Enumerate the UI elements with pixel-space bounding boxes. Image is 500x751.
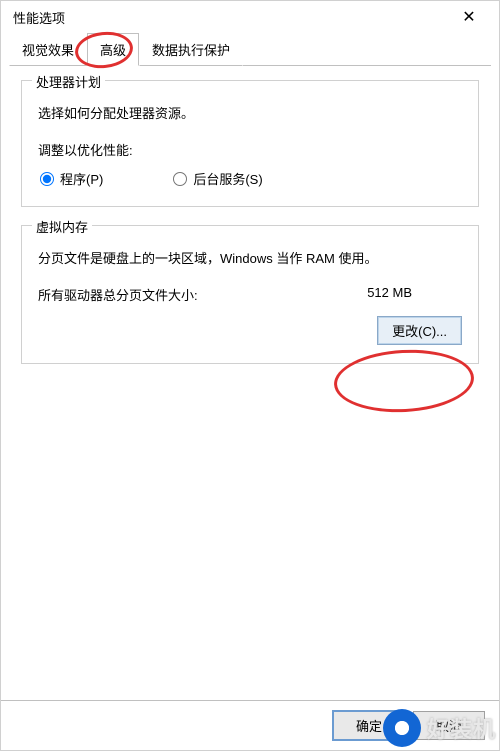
group-title: 处理器计划 (32, 72, 105, 91)
titlebar: 性能选项 ✕ (1, 1, 499, 33)
change-button-label: 更改(C)... (392, 324, 447, 339)
radio-programs-label: 程序(P) (60, 169, 103, 188)
vm-desc: 分页文件是硬盘上的一块区域，Windows 当作 RAM 使用。 (38, 248, 462, 267)
cancel-button[interactable]: 取消 (413, 711, 485, 740)
tab-strip: 视觉效果 高级 数据执行保护 (1, 33, 499, 66)
radio-services-label: 后台服务(S) (193, 169, 262, 188)
close-button[interactable]: ✕ (449, 3, 489, 31)
processor-scheduling-group: 处理器计划 选择如何分配处理器资源。 调整以优化性能: 程序(P) 后台服务(S… (21, 80, 479, 207)
tab-content: 处理器计划 选择如何分配处理器资源。 调整以优化性能: 程序(P) 后台服务(S… (1, 66, 499, 700)
radio-services[interactable]: 后台服务(S) (173, 169, 262, 188)
tab-visual-effects[interactable]: 视觉效果 (9, 33, 87, 66)
tab-advanced[interactable]: 高级 (87, 33, 139, 66)
dialog-button-bar: 确定 取消 (1, 700, 499, 750)
ok-button[interactable]: 确定 (333, 711, 405, 740)
vm-total-value: 512 MB (367, 285, 412, 304)
tab-label: 高级 (100, 43, 126, 58)
change-button[interactable]: 更改(C)... (377, 316, 462, 345)
virtual-memory-group: 虚拟内存 分页文件是硬盘上的一块区域，Windows 当作 RAM 使用。 所有… (21, 225, 479, 364)
processor-desc: 选择如何分配处理器资源。 (38, 103, 462, 122)
adjust-label: 调整以优化性能: (38, 140, 462, 159)
performance-options-dialog: 性能选项 ✕ 视觉效果 高级 数据执行保护 处理器计划 选择如何分配处理器资源。… (0, 0, 500, 751)
vm-total-label: 所有驱动器总分页文件大小: (38, 285, 198, 304)
tabstrip-filler (243, 33, 491, 66)
tab-label: 视觉效果 (22, 43, 74, 58)
tab-dep[interactable]: 数据执行保护 (139, 33, 243, 66)
radio-row: 程序(P) 后台服务(S) (38, 169, 462, 188)
window-title: 性能选项 (13, 8, 65, 27)
close-icon: ✕ (462, 7, 475, 27)
ok-button-label: 确定 (356, 719, 382, 734)
radio-programs-input[interactable] (40, 172, 54, 186)
group-title: 虚拟内存 (32, 217, 92, 236)
radio-programs[interactable]: 程序(P) (40, 169, 103, 188)
radio-services-input[interactable] (173, 172, 187, 186)
tab-label: 数据执行保护 (152, 43, 230, 58)
vm-size-row: 所有驱动器总分页文件大小: 512 MB (38, 285, 462, 304)
cancel-button-label: 取消 (436, 719, 462, 734)
